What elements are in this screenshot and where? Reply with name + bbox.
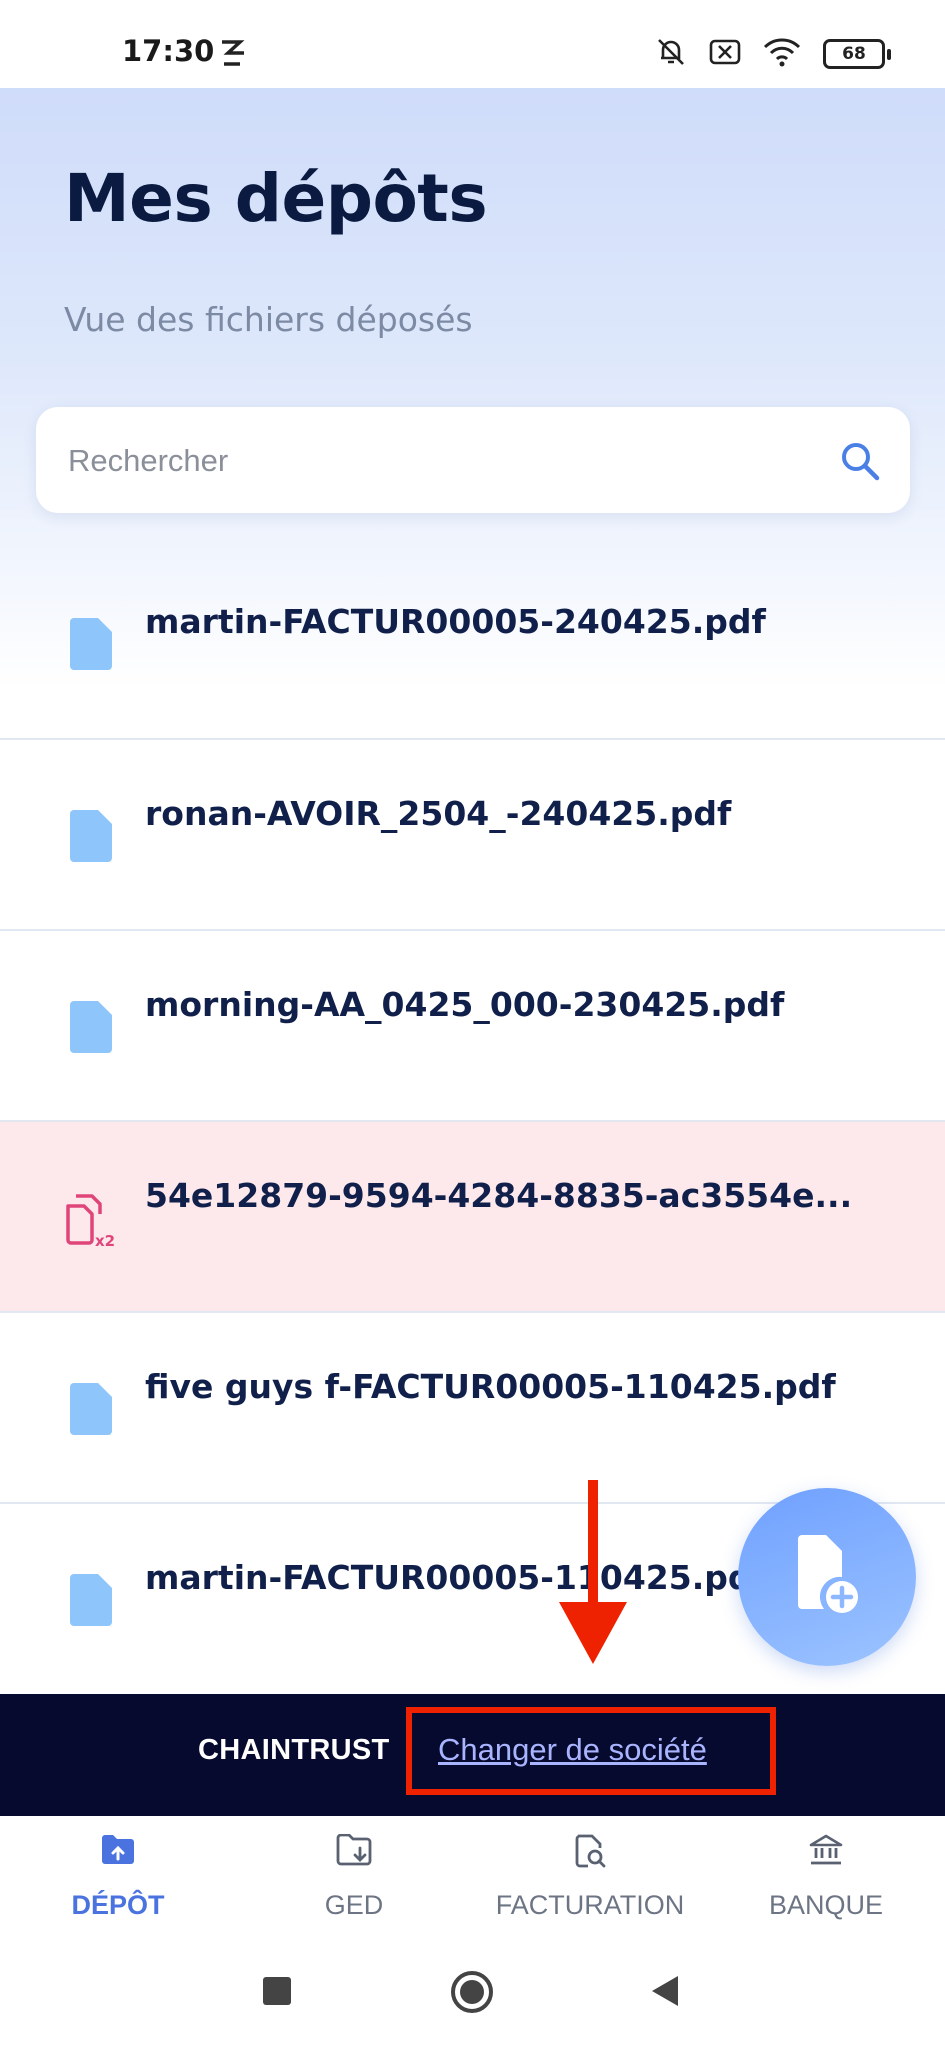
- no-sim-icon: [709, 38, 741, 70]
- nav-tab-facturation[interactable]: FACTURATION: [472, 1834, 708, 1921]
- system-nav-bar: [0, 1934, 945, 2048]
- status-time: 17:30: [122, 34, 215, 68]
- file-name: 54e12879-9594-4284-8835-ac3554e...: [145, 1176, 853, 1215]
- search-icon[interactable]: [840, 441, 880, 485]
- recent-apps-button[interactable]: [262, 1976, 292, 2010]
- bank-icon: [708, 1834, 944, 1868]
- file-row[interactable]: morning-AA_0425_000-230425.pdf: [0, 931, 945, 1122]
- file-icon: [70, 810, 112, 866]
- add-file-button[interactable]: [738, 1488, 916, 1666]
- file-icon: [70, 1001, 112, 1057]
- folder-download-icon: [236, 1833, 472, 1868]
- search-input[interactable]: [66, 407, 830, 515]
- file-name: morning-AA_0425_000-230425.pdf: [145, 985, 785, 1024]
- nav-tab-banque[interactable]: BANQUE: [708, 1834, 944, 1921]
- file-icon: [70, 1574, 112, 1630]
- page-subtitle: Vue des fichiers déposés: [64, 300, 473, 339]
- annotation-arrow: [555, 1480, 631, 1674]
- file-name: ronan-AVOIR_2504_-240425.pdf: [145, 794, 732, 833]
- nav-label: DÉPÔT: [71, 1890, 165, 1920]
- file-name: martin-FACTUR00005-240425.pdf: [145, 602, 766, 641]
- battery-indicator: 68: [823, 39, 891, 69]
- file-icon: [70, 1383, 112, 1439]
- bottom-nav: DÉPÔT GED FACTURATION BANQUE: [0, 1816, 945, 1936]
- file-icon: [70, 618, 112, 674]
- file-row[interactable]: martin-FACTUR00005-240425.pdf: [0, 548, 945, 740]
- document-search-icon: [472, 1834, 708, 1868]
- file-name: five guys f-FACTUR00005-110425.pdf: [145, 1367, 836, 1406]
- svg-text:x2: x2: [95, 1232, 114, 1248]
- nav-label: BANQUE: [768, 1890, 884, 1920]
- mute-icon: [655, 36, 687, 72]
- search-box[interactable]: [36, 407, 910, 515]
- page-title: Mes dépôts: [64, 160, 488, 237]
- duplicate-file-icon: x2: [62, 1192, 115, 1252]
- nav-tab-ged[interactable]: GED: [236, 1833, 472, 1921]
- annotation-highlight-box: [406, 1707, 776, 1795]
- back-button[interactable]: [650, 1974, 680, 2012]
- notification-icon: [218, 38, 248, 72]
- file-row[interactable]: five guys f-FACTUR00005-110425.pdf: [0, 1313, 945, 1504]
- wifi-icon: [763, 37, 801, 71]
- file-row-duplicate[interactable]: x2 54e12879-9594-4284-8835-ac3554e...: [0, 1122, 945, 1313]
- nav-label: GED: [324, 1890, 384, 1920]
- brand-name: CHAINTRUST: [198, 1734, 390, 1766]
- status-bar: 17:30 68: [0, 0, 945, 88]
- add-file-icon: [792, 1535, 862, 1619]
- file-row[interactable]: ronan-AVOIR_2504_-240425.pdf: [0, 740, 945, 931]
- home-button[interactable]: [450, 1970, 494, 2018]
- nav-label: FACTURATION: [495, 1890, 685, 1920]
- nav-tab-depot[interactable]: DÉPÔT: [0, 1834, 236, 1921]
- folder-upload-icon: [0, 1834, 236, 1868]
